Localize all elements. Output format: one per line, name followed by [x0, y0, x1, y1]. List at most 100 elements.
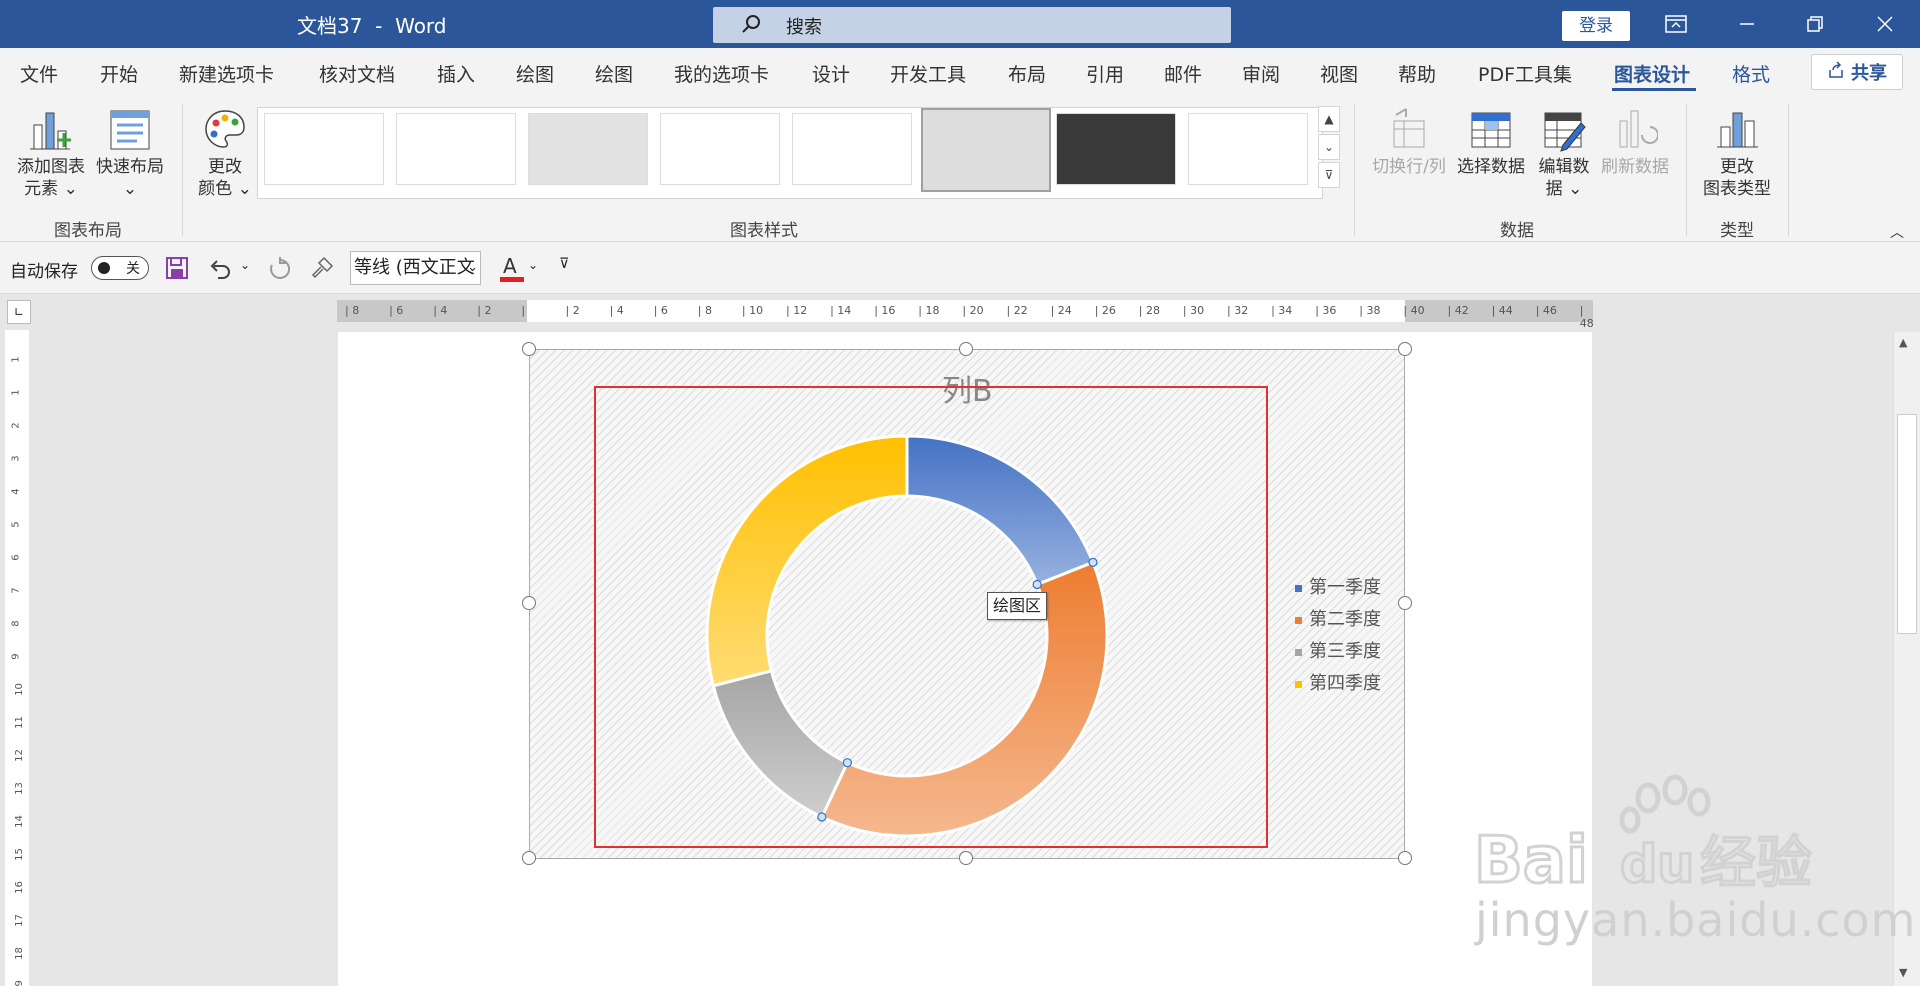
tab-stop-selector[interactable]: ∟	[7, 300, 31, 324]
ribbon-display-icon[interactable]	[1646, 0, 1706, 48]
resize-handle-e[interactable]	[1398, 596, 1412, 610]
gallery-more-icon[interactable]: ⊽	[1318, 162, 1340, 188]
save-icon[interactable]	[165, 256, 189, 284]
ruler-tick-label: | 44	[1491, 304, 1513, 317]
chart-style-5[interactable]	[792, 113, 912, 185]
resize-handle-s[interactable]	[959, 851, 973, 865]
tab-format[interactable]: 格式	[1732, 60, 1770, 87]
ruler-tick-label: | 48	[1579, 304, 1594, 330]
ruler-tick-label: | 20	[962, 304, 984, 317]
font-name-value: 等线 (西文正文	[354, 257, 475, 278]
resize-handle-n[interactable]	[959, 342, 973, 356]
refresh-data-button[interactable]: 刷新数据	[1596, 105, 1674, 178]
font-name-select[interactable]: 等线 (西文正文 ⌄	[350, 251, 481, 285]
tab-layout[interactable]: 布局	[1008, 60, 1046, 87]
share-button[interactable]: 共享	[1811, 54, 1903, 90]
tab-my-tab[interactable]: 我的选项卡	[674, 60, 769, 87]
chevron-down-icon: ⌄	[467, 260, 478, 275]
chart-style-8[interactable]	[1188, 113, 1308, 185]
chart-style-4[interactable]	[660, 113, 780, 185]
switch-row-column-button[interactable]: 切换行/列	[1368, 105, 1450, 178]
legend-item: 第二季度	[1293, 604, 1381, 636]
scrollbar-thumb[interactable]	[1897, 414, 1917, 634]
format-painter-icon[interactable]	[310, 256, 334, 284]
tab-draw[interactable]: 绘图	[516, 60, 554, 87]
login-button[interactable]: 登录	[1562, 11, 1630, 41]
gallery-scroll-up-icon[interactable]: ▲	[1318, 106, 1340, 132]
undo-dropdown-icon[interactable]: ⌄	[240, 258, 250, 272]
tab-review[interactable]: 审阅	[1242, 60, 1280, 87]
scroll-down-icon[interactable]: ▼	[1899, 966, 1907, 979]
chart-legend[interactable]: 第一季度 第二季度 第三季度 第四季度	[1293, 572, 1381, 700]
font-color-dropdown-icon[interactable]: ⌄	[528, 258, 538, 272]
tab-chart-design[interactable]: 图表设计	[1614, 60, 1690, 87]
add-chart-element-label-1: 添加图表	[17, 157, 85, 177]
active-tab-indicator	[1612, 88, 1696, 91]
restore-icon[interactable]	[1785, 0, 1845, 48]
edit-data-button[interactable]: 编辑数 据 ⌄	[1532, 105, 1596, 200]
tab-draw-2[interactable]: 绘图	[595, 60, 633, 87]
chart-style-6-selected[interactable]	[921, 108, 1051, 192]
scroll-up-icon[interactable]: ▲	[1899, 336, 1907, 349]
tab-help[interactable]: 帮助	[1398, 60, 1436, 87]
svg-text:A: A	[503, 254, 517, 278]
change-colors-label-2: 颜色 ⌄	[198, 179, 252, 199]
ruler-tick-label: | 8	[697, 304, 712, 317]
tab-references[interactable]: 引用	[1086, 60, 1124, 87]
ruler-tick-label: | 24	[1050, 304, 1072, 317]
chart-style-2[interactable]	[396, 113, 516, 185]
search-box[interactable]: 搜索	[713, 7, 1231, 43]
quick-layout-label: 快速布局	[96, 157, 164, 177]
collapse-ribbon-icon[interactable]: ︿	[1890, 222, 1904, 242]
tab-view[interactable]: 视图	[1320, 60, 1358, 87]
tab-new-tab[interactable]: 新建选项卡	[179, 60, 274, 87]
undo-icon[interactable]	[208, 256, 232, 284]
tab-design[interactable]: 设计	[812, 60, 850, 87]
resize-handle-nw[interactable]	[522, 342, 536, 356]
legend-swatch	[1295, 585, 1302, 592]
ruler-tick-label: | 16	[874, 304, 896, 317]
tab-home[interactable]: 开始	[100, 60, 138, 87]
select-data-button[interactable]: 选择数据	[1452, 105, 1530, 178]
vruler-tick-label: 14	[13, 815, 25, 828]
add-chart-element-button[interactable]: 添加图表 元素 ⌄	[12, 105, 90, 200]
tab-developer[interactable]: 开发工具	[890, 60, 966, 87]
resize-handle-w[interactable]	[522, 596, 536, 610]
change-chart-type-label-2: 图表类型	[1703, 179, 1771, 199]
resize-handle-ne[interactable]	[1398, 342, 1412, 356]
vertical-scrollbar[interactable]: ▲ ▼	[1893, 332, 1920, 986]
font-color-icon[interactable]: A	[498, 252, 526, 288]
tab-proofread[interactable]: 核对文档	[319, 60, 395, 87]
resize-handle-sw[interactable]	[522, 851, 536, 865]
ruler-tick-label: | 10	[741, 304, 764, 317]
tab-file[interactable]: 文件	[20, 60, 58, 87]
chart-style-7[interactable]	[1056, 113, 1176, 185]
change-colors-button[interactable]: 更改 颜色 ⌄	[194, 105, 256, 200]
legend-swatch	[1295, 649, 1302, 656]
redo-icon[interactable]	[266, 256, 291, 284]
resize-handle-se[interactable]	[1398, 851, 1412, 865]
vruler-tick-label: 6	[10, 554, 22, 561]
tab-mailings[interactable]: 邮件	[1164, 60, 1202, 87]
ribbon: 添加图表 元素 ⌄ 快速布局 ⌄ 图表布局 更改 颜色 ⌄ ▲ ⌄ ⊽ 图表样式…	[0, 100, 1920, 242]
minimize-icon[interactable]	[1717, 0, 1777, 48]
change-chart-type-button[interactable]: 更改 图表类型	[1696, 105, 1778, 200]
autosave-toggle[interactable]: 关	[91, 256, 149, 280]
add-chart-element-icon	[30, 112, 71, 150]
plot-area-highlight[interactable]	[594, 386, 1268, 848]
svg-text:Bai: Bai	[1474, 824, 1588, 898]
vruler-tick-label: 15	[13, 848, 25, 861]
customize-toolbar-icon[interactable]: ⊽	[559, 256, 569, 272]
chart-style-3[interactable]	[528, 113, 648, 185]
tab-pdf-tools[interactable]: PDF工具集	[1478, 60, 1572, 87]
gallery-scroll-down-icon[interactable]: ⌄	[1318, 134, 1340, 160]
vruler-tick-label: 3	[10, 455, 22, 462]
chart-style-1[interactable]	[264, 113, 384, 185]
search-icon	[739, 13, 763, 41]
quick-layout-button[interactable]: 快速布局 ⌄	[92, 105, 168, 200]
legend-swatch	[1295, 681, 1302, 688]
tab-insert[interactable]: 插入	[437, 60, 475, 87]
legend-label: 第二季度	[1309, 609, 1381, 630]
group-label-chart-styles: 图表样式	[730, 221, 798, 241]
close-icon[interactable]	[1855, 0, 1915, 48]
